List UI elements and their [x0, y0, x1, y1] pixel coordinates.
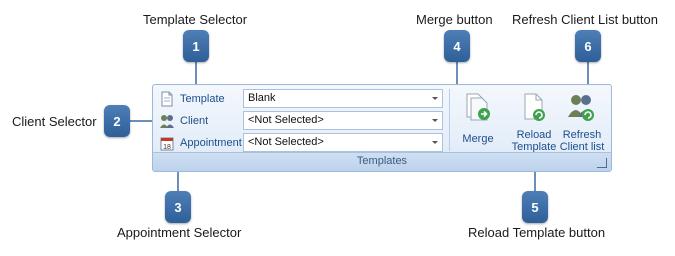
- callout-1: 1: [183, 30, 209, 62]
- client-combo-value: <Not Selected>: [248, 114, 324, 126]
- refresh-people-icon: [566, 91, 598, 123]
- templates-ribbon-group: Template Blank Client <Not Selected> 18 …: [152, 84, 612, 172]
- template-row: Template: [159, 89, 242, 109]
- reload-template-button[interactable]: Reload Template: [509, 89, 559, 153]
- refresh-label-line1: Refresh: [562, 129, 602, 141]
- connector-line-5: [534, 172, 536, 192]
- template-label[interactable]: Template: [180, 93, 242, 105]
- callout-6: 6: [575, 30, 601, 62]
- connector-line-6: [587, 60, 589, 84]
- client-row: Client: [159, 111, 242, 131]
- client-combo[interactable]: <Not Selected>: [243, 111, 443, 130]
- chevron-down-icon[interactable]: [432, 119, 438, 122]
- callout-2: 2: [104, 105, 130, 137]
- caption-refresh-client-list-button: Refresh Client List button: [512, 12, 658, 27]
- group-title-label: Templates: [356, 155, 408, 167]
- chevron-down-icon[interactable]: [432, 141, 438, 144]
- people-icon: [159, 113, 175, 129]
- callout-4: 4: [444, 30, 470, 62]
- document-icon: [159, 91, 175, 107]
- connector-line-4: [456, 60, 458, 84]
- calendar-icon: 18: [159, 135, 175, 151]
- reload-label-line1: Reload: [516, 129, 552, 141]
- connector-line-2: [130, 120, 152, 122]
- caption-appointment-selector: Appointment Selector: [117, 225, 242, 240]
- template-combo-value: Blank: [248, 92, 276, 104]
- chevron-down-icon[interactable]: [432, 97, 438, 100]
- callout-5: 5: [522, 191, 548, 223]
- refresh-client-list-button[interactable]: Refresh Client list: [557, 89, 607, 153]
- appointment-label[interactable]: Appointment: [180, 137, 242, 149]
- ribbon-separator: [449, 89, 450, 151]
- templates-group-title: Templates: [153, 152, 611, 171]
- client-label[interactable]: Client: [180, 115, 242, 127]
- reload-icon: [518, 91, 550, 123]
- svg-text:18: 18: [163, 144, 171, 151]
- dialog-launcher-icon[interactable]: [597, 158, 607, 168]
- appointment-combo[interactable]: <Not Selected>: [243, 133, 443, 152]
- caption-reload-template-button: Reload Template button: [468, 225, 606, 240]
- caption-client-selector: Client Selector: [12, 114, 97, 129]
- caption-template-selector: Template Selector: [143, 12, 248, 27]
- template-combo[interactable]: Blank: [243, 89, 443, 108]
- merge-icon: [462, 91, 494, 123]
- appointment-combo-value: <Not Selected>: [248, 136, 324, 148]
- callout-3: 3: [165, 191, 191, 223]
- appointment-row: 18 Appointment: [159, 133, 242, 153]
- caption-merge-button: Merge button: [416, 12, 493, 27]
- merge-button[interactable]: Merge: [453, 89, 503, 153]
- connector-line-1: [195, 60, 197, 84]
- connector-line-3: [177, 172, 179, 192]
- merge-label: Merge: [462, 133, 494, 145]
